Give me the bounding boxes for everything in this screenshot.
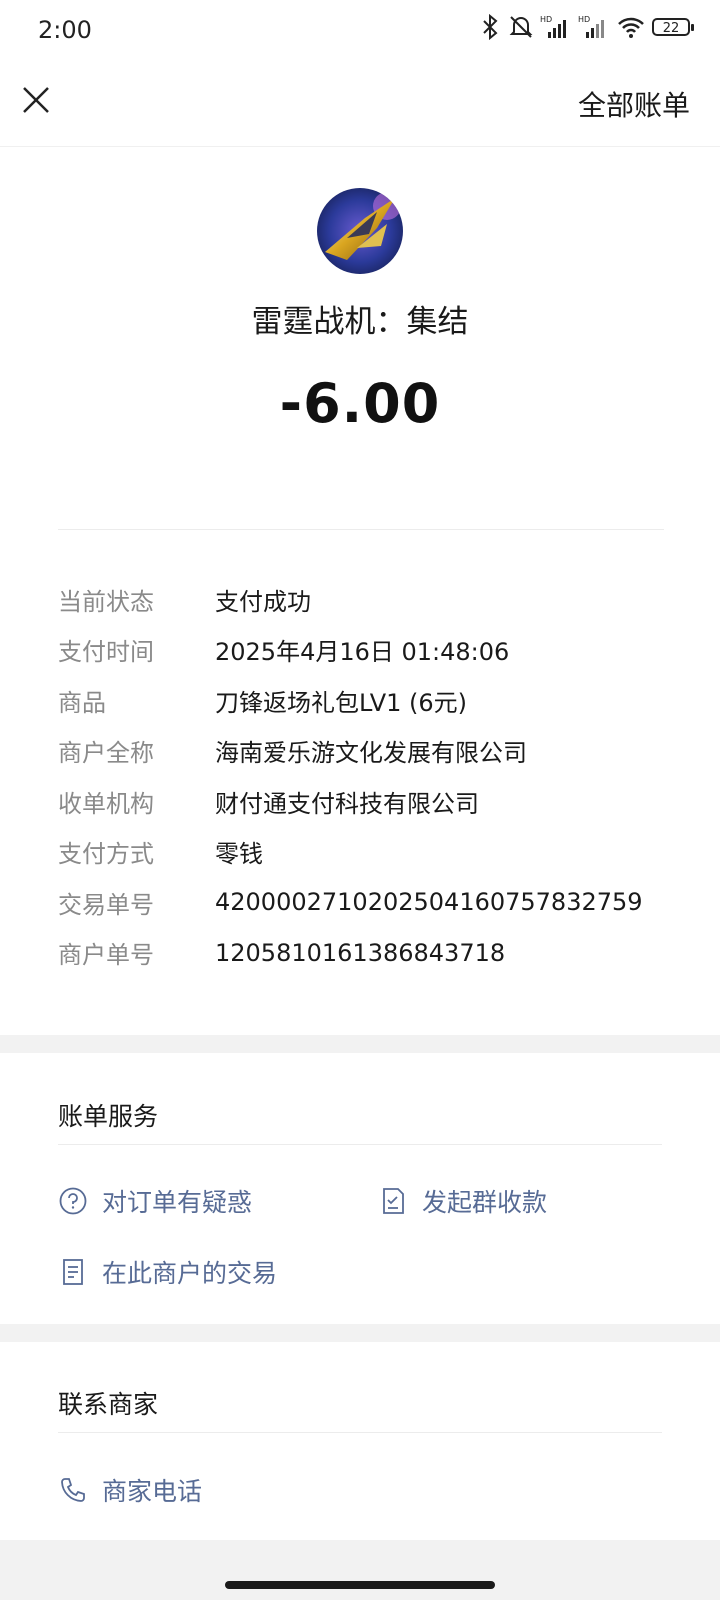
checklist-doc-icon [378,1186,408,1216]
detail-label: 当前状态 [58,587,154,616]
bottom-band [0,1540,720,1600]
status-bar: 2:00 HD HD 22 [0,0,720,62]
close-icon [23,87,49,113]
detail-row-merchant-order-id: 商户单号 1205810161386843718 [58,928,678,979]
detail-value: 刀锋返场礼包LV1 (6元) [215,688,468,717]
detail-value: 支付成功 [215,587,311,616]
detail-row-pay-time: 支付时间 2025年4月16日 01:48:06 [58,625,678,676]
detail-label: 支付时间 [58,638,154,667]
document-icon [58,1257,88,1287]
mute-bell-icon [509,16,533,38]
section-separator [0,1035,720,1053]
signal-hd-icon-1: HD [540,15,566,38]
status-time: 2:00 [38,16,92,44]
transaction-details: 当前状态 支付成功 支付时间 2025年4月16日 01:48:06 商品 刀锋… [58,574,678,978]
divider [58,529,664,530]
svg-text:HD: HD [540,15,552,24]
detail-value[interactable]: 1205810161386843718 [215,939,505,967]
detail-value: 2025年4月16日 01:48:06 [215,638,510,667]
link-label: 商家电话 [102,1477,203,1506]
detail-value[interactable]: 4200002710202504160757832759 [215,888,643,916]
link-label: 在此商户的交易 [102,1259,278,1288]
detail-value: 零钱 [215,840,263,869]
svg-text:HD: HD [578,15,590,24]
battery-level: 22 [662,21,680,36]
battery-icon: 22 [652,18,694,36]
detail-label: 商户全称 [58,739,154,768]
detail-value: 海南爱乐游文化发展有限公司 [215,739,527,768]
divider [58,1144,662,1145]
signal-hd-icon-2: HD [578,15,604,38]
detail-row-transaction-id: 交易单号 4200002710202504160757832759 [58,877,678,928]
bluetooth-icon [483,14,498,40]
detail-value: 财付通支付科技有限公司 [215,789,479,818]
bill-service-title: 账单服务 [58,1102,159,1131]
order-question-link[interactable]: 对订单有疑惑 [58,1183,252,1219]
wifi-icon [618,17,644,38]
section-separator [0,1324,720,1342]
merchant-phone-link[interactable]: 商家电话 [58,1472,202,1508]
link-label: 发起群收款 [422,1188,548,1217]
divider [58,1432,662,1433]
home-indicator[interactable] [225,1581,495,1589]
phone-icon [58,1475,88,1505]
close-button[interactable] [20,84,52,116]
detail-label: 商品 [58,688,106,717]
detail-label: 商户单号 [58,941,154,970]
link-label: 对订单有疑惑 [102,1188,253,1217]
detail-label: 交易单号 [58,890,154,919]
detail-row-merchant-fullname: 商户全称 海南爱乐游文化发展有限公司 [58,726,678,777]
detail-row-pay-method: 支付方式 零钱 [58,827,678,878]
detail-label: 收单机构 [58,789,154,818]
status-icons: HD HD 22 [478,14,694,40]
payment-amount: -6.00 [279,372,441,435]
contact-merchant-title: 联系商家 [58,1390,159,1419]
merchant-avatar [317,188,403,274]
detail-label: 支付方式 [58,840,154,869]
top-bar: 全部账单 [0,62,720,147]
detail-row-acquirer: 收单机构 财付通支付科技有限公司 [58,776,678,827]
detail-row-status: 当前状态 支付成功 [58,574,678,625]
all-bills-link[interactable]: 全部账单 [578,84,690,124]
merchant-transactions-link[interactable]: 在此商户的交易 [58,1254,277,1290]
detail-row-product: 商品 刀锋返场礼包LV1 (6元) [58,675,678,726]
question-circle-icon [58,1186,88,1216]
merchant-name: 雷霆战机：集结 [251,304,469,340]
group-collection-link[interactable]: 发起群收款 [378,1183,547,1219]
